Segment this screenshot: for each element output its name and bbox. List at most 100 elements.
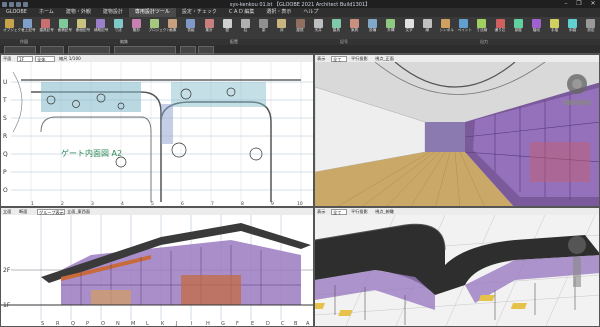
view-select[interactable]	[68, 46, 110, 54]
ribbon-button-6[interactable]: 寸法	[112, 19, 124, 33]
minimize-button[interactable]: –	[560, 0, 572, 8]
ribbon-button-19[interactable]: 家具	[349, 19, 361, 33]
ribbon-button-26[interactable]: 寸法線	[476, 19, 488, 33]
ribbon-button-0[interactable]: オブジェクト	[3, 19, 25, 33]
ribbon-tool-icon	[513, 19, 523, 28]
menu-building-design[interactable]: 建物設計	[97, 8, 129, 17]
ribbon-button-32[interactable]: 設定	[585, 19, 597, 33]
ribbon-tool-icon	[40, 19, 50, 28]
plan-row-r: R	[3, 133, 7, 140]
menu-dedicated-tools[interactable]: 専用設計ツール	[128, 8, 176, 17]
floor-label-2f: 2F	[3, 267, 11, 274]
ribbon-button-4[interactable]: 断面記号	[75, 19, 91, 33]
ribbon-button-8[interactable]: プロジェクト	[148, 19, 171, 33]
ribbon-tool-icon	[331, 19, 341, 28]
menu-gloobe[interactable]: GLOOBE	[0, 8, 33, 17]
ribbon-button-label: 床	[280, 28, 284, 32]
ribbon-tool-icon	[240, 19, 250, 28]
grid-toggle[interactable]	[198, 46, 214, 54]
close-button[interactable]: ✕	[587, 0, 599, 8]
ribbon-button-label: 線	[425, 28, 430, 32]
floor-select[interactable]	[40, 46, 64, 54]
ribbon-button-7[interactable]: 雛形	[130, 19, 142, 33]
ribbon-button-25[interactable]: ペイント	[457, 19, 472, 33]
ribbon-button-30[interactable]: 手摺	[549, 19, 561, 33]
ribbon-button-label: 画像	[169, 28, 177, 32]
ribbon-button-18[interactable]: 建具	[330, 19, 342, 33]
ribbon-tool-icon	[404, 19, 414, 28]
ribbon-button-5[interactable]: 補助記号	[94, 19, 108, 33]
ribbon-button-label: 天井	[314, 28, 322, 32]
ribbon-tool-icon	[440, 19, 450, 28]
plan-row-q: Q	[3, 151, 8, 158]
ribbon-button-17[interactable]: 天井	[312, 19, 324, 33]
menu-help[interactable]: ヘルプ	[297, 8, 324, 17]
svg-text:E: E	[251, 321, 254, 327]
ribbon-button-2[interactable]: 建具記号	[39, 19, 54, 33]
ribbon-button-20[interactable]: 設備	[367, 19, 379, 33]
snap-toggle[interactable]	[180, 46, 196, 54]
ribbon-button-24[interactable]: シンボル	[439, 19, 454, 33]
ribbon-button-3[interactable]: 面積記号	[58, 19, 72, 33]
ribbon-button-label: シンボル	[439, 28, 454, 32]
menu-home[interactable]: ホーム	[33, 8, 60, 17]
ribbon-button-label: 手摺	[550, 28, 559, 32]
menu-select-view[interactable]: 選択・表示	[260, 8, 297, 17]
maximize-button[interactable]: ❐	[573, 0, 585, 8]
ribbon-button-label: オブジェクト	[3, 28, 25, 32]
ribbon-tool-icon	[295, 19, 305, 28]
menu-cad-edit[interactable]: C A D 編集	[223, 8, 261, 17]
ribbon-button-label: 建具	[332, 28, 340, 32]
ribbon-tool-icon	[313, 19, 323, 28]
ribbon-tool-icon	[531, 19, 541, 28]
ribbon-button-label: 外構	[387, 28, 395, 32]
ribbon-button-14[interactable]: 梁	[258, 19, 270, 33]
ribbon-button-label: 壁	[225, 28, 230, 32]
ribbon-button-13[interactable]: 柱	[239, 19, 251, 33]
ribbon-button-16[interactable]: 屋根	[294, 19, 306, 33]
plan-annotation: ゲート内面図 A2	[61, 148, 122, 158]
ribbon-button-9[interactable]: 画像	[167, 19, 179, 33]
svg-text:R: R	[56, 321, 60, 327]
ribbon-tool-icon	[277, 19, 287, 28]
svg-text:C: C	[281, 321, 285, 327]
svg-text:Q: Q	[71, 321, 75, 327]
ribbon-button-28[interactable]: 部屋	[512, 19, 524, 33]
ribbon-button-label: ペイント	[457, 28, 472, 32]
ribbon-tool-icon	[586, 19, 596, 28]
perspective-interior-pane[interactable]: 表示 全て 平行投影 視点_正面	[314, 54, 600, 207]
ribbon-button-15[interactable]: 床	[276, 19, 288, 33]
ribbon-button-21[interactable]: 外構	[385, 19, 397, 33]
ribbon-button-22[interactable]: 文字	[403, 19, 415, 33]
menu-settings-check[interactable]: 設定・チェック	[176, 8, 223, 17]
perspective-aerial-render	[315, 215, 599, 326]
ribbon-tool-icon	[4, 19, 14, 28]
menu-building-exterior[interactable]: 建物・外観	[60, 8, 97, 17]
plan-view-pane[interactable]: 平面 1F 全体 縮尺 1/100 ゲート内面図 A2 U T S R Q P …	[0, 54, 314, 207]
svg-text:L: L	[146, 321, 149, 327]
elevation-view-pane[interactable]: 立面 断面 グループ表示 立面_東西面 2F 1F S R Q P O N M …	[0, 207, 314, 327]
ribbon-button-label: 断面記号	[75, 28, 91, 32]
plan-drawing: ゲート内面図 A2 U T S R Q P O 123 456 789 10	[1, 62, 313, 206]
ribbon-button-label: 屋根	[296, 28, 304, 32]
ribbon-button-10[interactable]: 表組	[185, 19, 197, 33]
ribbon-button-label: プロジェクト	[148, 28, 171, 32]
ribbon-button-1[interactable]: 仕上記号	[21, 19, 36, 33]
ribbon-button-29[interactable]: 階段	[530, 19, 542, 33]
ribbon-button-label: 階段	[532, 28, 540, 32]
style-select[interactable]	[114, 46, 176, 54]
ribbon-button-23[interactable]: 線	[421, 19, 433, 33]
floor-label-1f: 1F	[3, 302, 11, 309]
ribbon-button-27[interactable]: 通り芯	[494, 19, 506, 33]
ribbon-button-11[interactable]: 集計	[203, 19, 215, 33]
svg-text:D: D	[266, 321, 270, 327]
ribbon-tool-icon	[422, 19, 432, 28]
perspective-aerial-pane[interactable]: 表示 全て 平行投影 視点_俯瞰	[314, 207, 600, 327]
layer-select[interactable]	[4, 46, 36, 54]
ribbon-button-label: 梁	[261, 28, 266, 32]
ribbon-button-12[interactable]: 壁	[221, 19, 233, 33]
svg-text:B: B	[294, 321, 298, 327]
svg-text:H: H	[206, 321, 210, 327]
ribbon-button-label: 家具	[350, 28, 359, 32]
ribbon-button-31[interactable]: 斜路	[567, 19, 579, 33]
